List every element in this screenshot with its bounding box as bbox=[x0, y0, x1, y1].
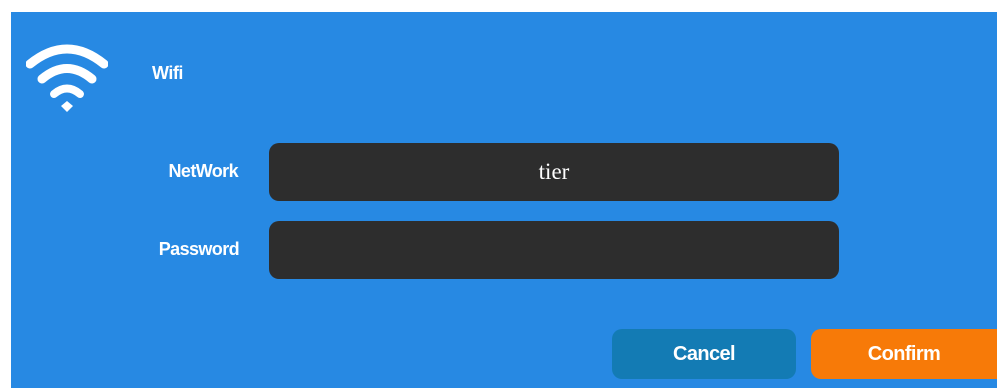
password-label: Password bbox=[158, 239, 240, 259]
network-input[interactable] bbox=[269, 143, 839, 201]
wifi-dialog: Wifi NetWork Password Cancel Confirm bbox=[11, 12, 997, 388]
dialog-title: Wifi bbox=[152, 63, 183, 83]
confirm-button[interactable]: Confirm bbox=[811, 329, 997, 379]
password-input[interactable] bbox=[269, 221, 839, 279]
dialog-header: Wifi bbox=[11, 12, 271, 122]
network-label: NetWork bbox=[168, 161, 239, 181]
wifi-icon bbox=[26, 44, 108, 112]
cancel-button[interactable]: Cancel bbox=[612, 329, 796, 379]
confirm-button-label: Confirm bbox=[867, 342, 941, 365]
cancel-button-label: Cancel bbox=[673, 342, 736, 365]
